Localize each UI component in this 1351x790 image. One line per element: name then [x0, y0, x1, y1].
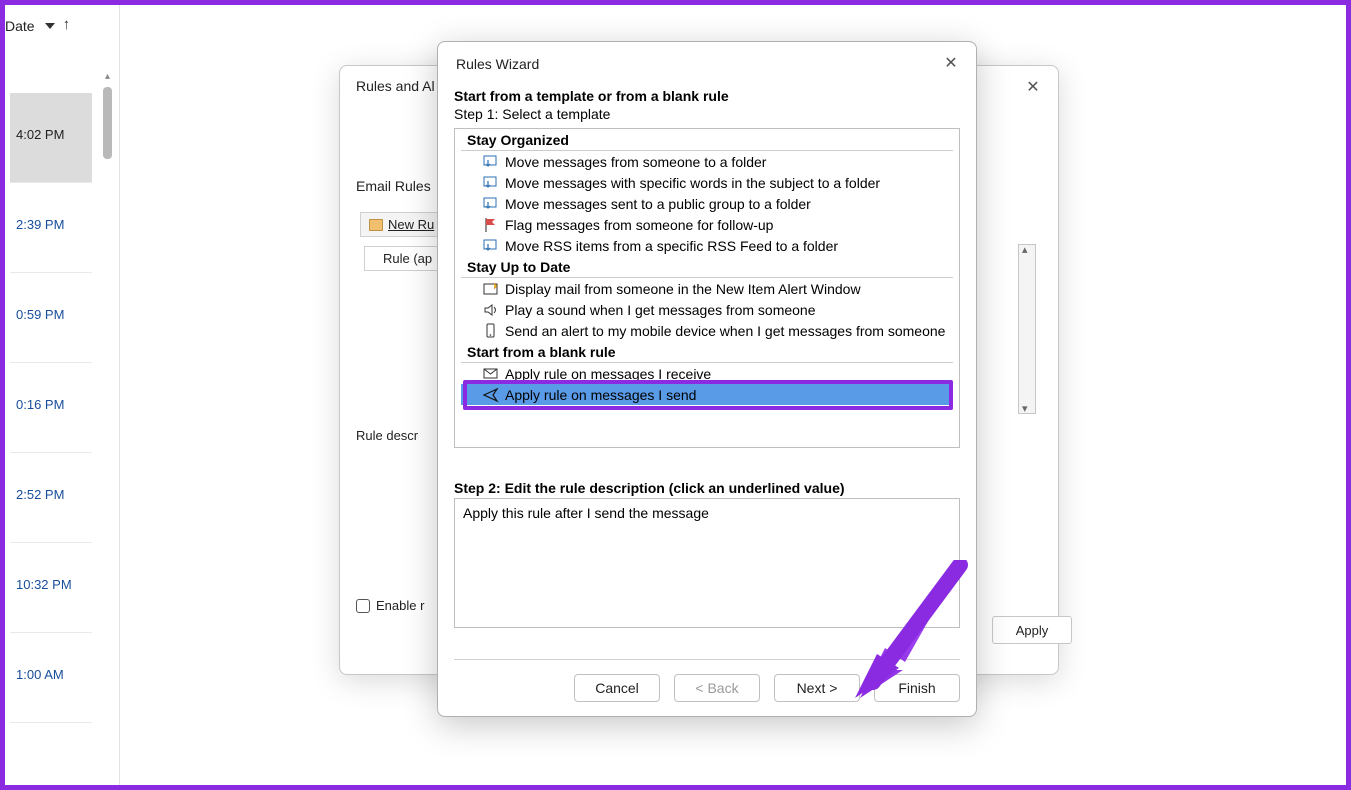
rules-scrollbar[interactable]: [1018, 244, 1036, 414]
category-blank-rule: Start from a blank rule: [461, 341, 953, 363]
envelope-icon: [483, 366, 499, 382]
checkbox-icon: [356, 599, 370, 613]
new-rule-label: New Ru: [388, 217, 434, 232]
category-stay-uptodate: Stay Up to Date: [461, 256, 953, 278]
option-label: Send an alert to my mobile device when I…: [505, 323, 945, 339]
send-icon: [483, 387, 499, 403]
wizard-button-row: Cancel < Back Next > Finish: [454, 659, 960, 702]
category-stay-organized: Stay Organized: [461, 129, 953, 151]
list-item[interactable]: 1:00 AM: [10, 633, 92, 723]
new-rule-button[interactable]: New Ru: [360, 212, 443, 237]
template-option[interactable]: Move messages from someone to a folder: [455, 151, 959, 172]
option-label: Move messages from someone to a folder: [505, 154, 766, 170]
move-folder-icon: [483, 238, 499, 254]
back-button[interactable]: < Back: [674, 674, 760, 702]
template-option[interactable]: Move messages with specific words in the…: [455, 172, 959, 193]
option-label: Move messages with specific words in the…: [505, 175, 880, 191]
template-listbox: Stay Organized Move messages from someon…: [454, 128, 960, 448]
sort-label: Date: [5, 18, 35, 34]
list-item[interactable]: 10:32 PM: [10, 543, 92, 633]
message-time: 4:02 PM: [16, 127, 64, 142]
flag-icon: [483, 217, 499, 233]
scrollbar-thumb[interactable]: [103, 87, 112, 159]
list-item[interactable]: 2:52 PM: [10, 453, 92, 543]
template-option[interactable]: Flag messages from someone for follow-up: [455, 214, 959, 235]
message-time: 2:52 PM: [16, 487, 64, 502]
message-time: 2:39 PM: [16, 217, 64, 232]
next-button[interactable]: Next >: [774, 674, 860, 702]
cancel-label: Cancel: [595, 680, 639, 696]
option-label: Apply rule on messages I receive: [505, 366, 711, 382]
option-label: Flag messages from someone for follow-up: [505, 217, 773, 233]
close-button[interactable]: ✕: [1018, 72, 1048, 102]
close-button[interactable]: ✕: [936, 48, 966, 78]
template-option[interactable]: Send an alert to my mobile device when I…: [455, 320, 959, 341]
apply-label: Apply: [1016, 623, 1049, 638]
wizard-step1-label: Step 1: Select a template: [454, 106, 960, 122]
cancel-button[interactable]: Cancel: [574, 674, 660, 702]
list-item[interactable]: 0:59 PM: [10, 273, 92, 363]
sort-header[interactable]: Date ↑: [5, 5, 119, 44]
move-folder-icon: [483, 154, 499, 170]
chevron-down-icon: [45, 23, 55, 29]
new-rule-icon: [369, 219, 383, 231]
template-option[interactable]: Play a sound when I get messages from so…: [455, 299, 959, 320]
next-label: Next >: [797, 680, 838, 696]
wizard-step2-label: Step 2: Edit the rule description (click…: [454, 480, 960, 496]
message-list: 4:02 PM 2:39 PM 0:59 PM 0:16 PM 2:52 PM …: [10, 93, 92, 723]
template-option-selected[interactable]: Apply rule on messages I send: [461, 384, 953, 405]
list-item[interactable]: 4:02 PM: [10, 93, 92, 183]
finish-button[interactable]: Finish: [874, 674, 960, 702]
back-label: < Back: [695, 680, 738, 696]
sort-arrow-up-icon: ↑: [63, 16, 71, 33]
tab-email-rules[interactable]: Email Rules: [356, 178, 431, 194]
template-option[interactable]: Display mail from someone in the New Ite…: [455, 278, 959, 299]
rule-applied-header: Rule (ap: [364, 246, 443, 271]
rule-description-label: Rule descr: [356, 428, 418, 443]
option-label: Move messages sent to a public group to …: [505, 196, 811, 212]
template-option-selected-wrap: Apply rule on messages I send: [461, 384, 953, 405]
option-label: Move RSS items from a specific RSS Feed …: [505, 238, 838, 254]
enable-rules-checkbox[interactable]: Enable r: [356, 598, 424, 613]
template-option[interactable]: Move RSS items from a specific RSS Feed …: [455, 235, 959, 256]
template-option[interactable]: Apply rule on messages I receive: [455, 363, 959, 384]
message-time: 10:32 PM: [16, 577, 72, 592]
alert-window-icon: [483, 281, 499, 297]
mobile-icon: [483, 323, 499, 339]
message-list-pane: Date ↑ ▴ 4:02 PM 2:39 PM 0:59 PM 0:16 PM…: [5, 5, 120, 785]
wizard-title: Rules Wizard: [438, 42, 976, 80]
rule-description-text: Apply this rule after I send the message: [463, 505, 709, 521]
option-label: Display mail from someone in the New Ite…: [505, 281, 861, 297]
rules-wizard-dialog: Rules Wizard ✕ Start from a template or …: [437, 41, 977, 717]
sound-icon: [483, 302, 499, 318]
wizard-heading: Start from a template or from a blank ru…: [454, 88, 960, 104]
message-time: 0:59 PM: [16, 307, 64, 322]
list-item[interactable]: 0:16 PM: [10, 363, 92, 453]
option-label: Play a sound when I get messages from so…: [505, 302, 816, 318]
template-option[interactable]: Move messages sent to a public group to …: [455, 193, 959, 214]
scroll-up-icon[interactable]: ▴: [103, 69, 112, 83]
message-time: 0:16 PM: [16, 397, 64, 412]
move-folder-icon: [483, 175, 499, 191]
rule-description-box[interactable]: Apply this rule after I send the message: [454, 498, 960, 628]
message-time: 1:00 AM: [16, 667, 64, 682]
finish-label: Finish: [898, 680, 935, 696]
move-folder-icon: [483, 196, 499, 212]
apply-button[interactable]: Apply: [992, 616, 1072, 644]
option-label: Apply rule on messages I send: [505, 387, 696, 403]
enable-label: Enable r: [376, 598, 424, 613]
list-item[interactable]: 2:39 PM: [10, 183, 92, 273]
